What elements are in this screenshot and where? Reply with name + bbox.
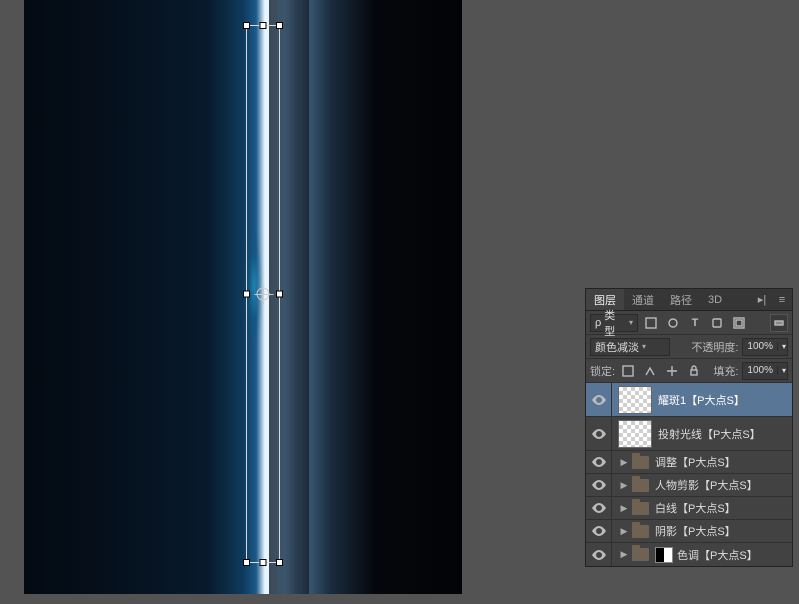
layer-row[interactable]: 耀斑1【P大点S】 [586, 383, 792, 417]
opacity-input[interactable]: 100% ▾ [742, 338, 788, 356]
disclosure-triangle-icon[interactable]: ▶ [618, 480, 630, 491]
disclosure-triangle-icon[interactable]: ▶ [618, 503, 630, 514]
disclosure-triangle-icon[interactable]: ▶ [618, 526, 630, 537]
opacity-label: 不透明度: [691, 339, 738, 355]
layer-name[interactable]: 白线【P大点S】 [655, 500, 786, 516]
blend-mode-select[interactable]: 颜色减淡 ▾ [590, 338, 670, 356]
layer-thumbnail[interactable] [618, 420, 652, 448]
layer-name[interactable]: 色调【P大点S】 [677, 547, 786, 563]
tab-channels[interactable]: 通道 [624, 289, 662, 310]
filter-toggle-switch[interactable] [770, 314, 788, 332]
disclosure-triangle-icon[interactable]: ▶ [618, 549, 630, 560]
layer-group-row[interactable]: ▶ 调整【P大点S】 [586, 451, 792, 474]
document-image [24, 0, 462, 594]
folder-icon [632, 525, 649, 538]
blend-row: 颜色减淡 ▾ 不透明度: 100% ▾ [586, 335, 792, 359]
layer-list: 耀斑1【P大点S】 投射光线【P大点S】 ▶ 调整【P大点S】 ▶ 人物剪影【P… [586, 383, 792, 566]
filter-adjust-icon[interactable] [664, 314, 682, 332]
layer-group-row[interactable]: ▶ 阴影【P大点S】 [586, 520, 792, 543]
adjustment-thumbnail [655, 547, 673, 563]
disclosure-triangle-icon[interactable]: ▶ [618, 457, 630, 468]
tab-3d[interactable]: 3D [700, 289, 730, 310]
chevron-down-icon: ▾ [629, 318, 633, 327]
chevron-down-icon[interactable]: ▾ [777, 366, 787, 375]
layer-group-row[interactable]: ▶ 色调【P大点S】 [586, 543, 792, 566]
lock-row: 锁定: 填充: 100% ▾ [586, 359, 792, 383]
visibility-toggle[interactable] [586, 497, 612, 519]
visibility-toggle[interactable] [586, 417, 612, 450]
layer-kind-select[interactable]: ρ 类型 ▾ [590, 314, 638, 332]
panel-collapse-icon[interactable]: ▸| [752, 293, 772, 306]
layers-panel: 图层 通道 路径 3D ▸| ≡ ρ 类型 ▾ T 颜色减淡 ▾ 不透明度: 1… [585, 288, 793, 567]
layer-name[interactable]: 耀斑1【P大点S】 [658, 392, 786, 408]
lock-all-icon[interactable] [685, 362, 703, 380]
layer-name[interactable]: 阴影【P大点S】 [655, 523, 786, 539]
visibility-toggle[interactable] [586, 520, 612, 542]
folder-icon [632, 548, 649, 561]
chevron-down-icon[interactable]: ▾ [777, 342, 787, 351]
folder-icon [632, 502, 649, 515]
visibility-toggle[interactable] [586, 383, 612, 416]
layer-row[interactable]: 投射光线【P大点S】 [586, 417, 792, 451]
tab-paths[interactable]: 路径 [662, 289, 700, 310]
opacity-value: 100% [743, 341, 777, 352]
layer-name[interactable]: 投射光线【P大点S】 [658, 426, 786, 442]
filter-shape-icon[interactable] [708, 314, 726, 332]
image-pillar [269, 0, 309, 594]
visibility-toggle[interactable] [586, 451, 612, 473]
filter-smart-icon[interactable] [730, 314, 748, 332]
layer-group-row[interactable]: ▶ 人物剪影【P大点S】 [586, 474, 792, 497]
folder-icon [632, 456, 649, 469]
kind-icon: ρ [595, 317, 601, 329]
filter-pixel-icon[interactable] [642, 314, 660, 332]
layer-name[interactable]: 人物剪影【P大点S】 [655, 477, 772, 493]
fill-value: 100% [743, 365, 777, 376]
layer-kind-label: 类型 [604, 307, 626, 339]
lock-label: 锁定: [590, 363, 615, 379]
image-glow [247, 226, 261, 346]
filter-text-icon[interactable]: T [686, 314, 704, 332]
lock-transparent-icon[interactable] [619, 362, 637, 380]
folder-icon [632, 479, 649, 492]
fill-label: 填充: [713, 363, 738, 379]
layer-name[interactable]: 调整【P大点S】 [655, 454, 786, 470]
layer-group-row[interactable]: ▶ 白线【P大点S】 [586, 497, 792, 520]
canvas[interactable] [24, 0, 462, 594]
blend-mode-value: 颜色减淡 [595, 339, 639, 355]
chevron-down-icon: ▾ [642, 342, 646, 351]
lock-image-icon[interactable] [641, 362, 659, 380]
layer-filter-row: ρ 类型 ▾ T [586, 311, 792, 335]
panel-menu-icon[interactable]: ≡ [772, 294, 792, 306]
visibility-toggle[interactable] [586, 543, 612, 566]
lock-position-icon[interactable] [663, 362, 681, 380]
visibility-toggle[interactable] [586, 474, 612, 496]
layer-thumbnail[interactable] [618, 386, 652, 414]
fill-input[interactable]: 100% ▾ [742, 362, 788, 380]
